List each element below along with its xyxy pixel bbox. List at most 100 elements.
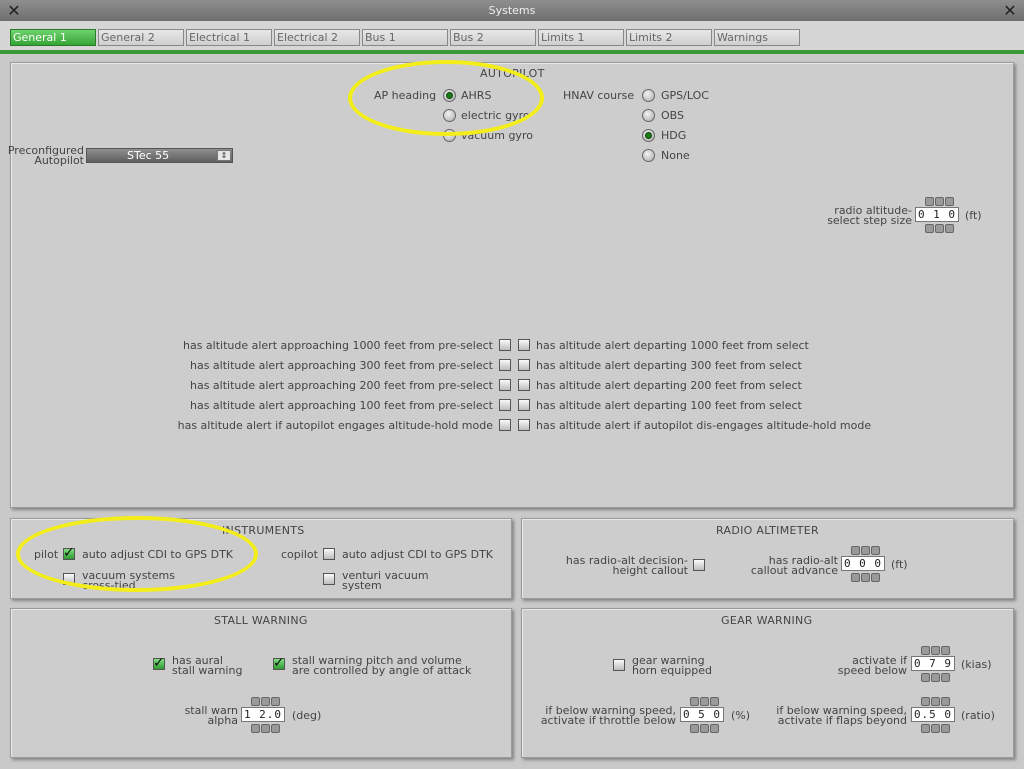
flaps-unit: (ratio) [961,709,995,722]
increment-arrows-icon[interactable] [921,697,951,706]
alert-disengage-hold-checkbox[interactable] [518,419,530,431]
title-bar: ✕ Systems ✕ [0,0,1024,21]
callout-advance-unit: (ft) [891,558,908,571]
decrement-arrows-icon[interactable] [251,724,281,733]
tab-general-1[interactable]: General 1 [10,29,96,46]
alert-approach-1000-checkbox[interactable] [499,339,511,351]
close-icon[interactable]: ✕ [4,0,24,21]
decrement-arrows-icon[interactable] [921,673,951,682]
tab-warnings[interactable]: Warnings [714,29,800,46]
tab-general-2[interactable]: General 2 [98,29,184,46]
step-size-unit: (ft) [965,209,982,222]
activate-speed-unit: (kias) [961,658,992,671]
flaps-stepper[interactable]: 0.5 0 [911,697,955,733]
tab-electrical-2[interactable]: Electrical 2 [274,29,360,46]
increment-arrows-icon[interactable] [690,697,720,706]
alert-depart-200-checkbox[interactable] [518,379,530,391]
flaps-value[interactable]: 0.5 0 [911,707,955,722]
pitch-volume-aoa-checkbox[interactable] [273,655,285,671]
radio-gps-loc-label: GPS/LOC [661,89,709,102]
callout-advance-label-2: callout advance [750,564,838,577]
decision-height-label-2: height callout [612,564,688,577]
stall-warning-panel [10,608,512,758]
stall-alpha-stepper[interactable]: 1 2.0 [241,697,285,733]
radio-hdg[interactable] [642,129,655,142]
aural-stall-warning-checkbox[interactable] [153,655,165,671]
tab-bar: General 1 General 2 Electrical 1 Electri… [0,21,1024,54]
alert-engage-hold-checkbox[interactable] [499,419,511,431]
tab-bus-2[interactable]: Bus 2 [450,29,536,46]
dropdown-arrows-icon: ⇕ [217,150,231,161]
radio-none-label: None [661,149,690,162]
alert-depart-300-checkbox[interactable] [518,359,530,371]
radio-altimeter-title: RADIO ALTIMETER [716,524,819,537]
alert-depart-100-label: has altitude alert departing 100 feet fr… [536,399,802,412]
stall-alpha-value[interactable]: 1 2.0 [241,707,285,722]
increment-arrows-icon[interactable] [921,646,951,655]
autopilot-select-value: STec 55 [127,149,170,162]
radio-obs[interactable] [642,109,655,122]
activate-speed-stepper[interactable]: 0 7 9 [911,646,955,682]
tab-limits-1[interactable]: Limits 1 [538,29,624,46]
radio-obs-label: OBS [661,109,684,122]
tab-electrical-1[interactable]: Electrical 1 [186,29,272,46]
callout-advance-value[interactable]: 0 0 0 [841,556,885,571]
alert-depart-200-label: has altitude alert departing 200 feet fr… [536,379,802,392]
throttle-unit: (%) [731,709,751,722]
alert-approach-1000-label: has altitude alert approaching 1000 feet… [182,339,493,352]
stall-warning-title: STALL WARNING [214,614,308,627]
step-size-label-2: select step size [827,214,912,227]
stall-alpha-label-2: alpha [207,714,239,727]
aural-label-2: stall warning [172,664,243,677]
copilot-auto-adjust-checkbox[interactable] [323,548,335,560]
decision-height-checkbox[interactable] [693,559,705,571]
step-size-stepper[interactable]: 0 1 0 [915,197,959,233]
alert-approach-100-checkbox[interactable] [499,399,511,411]
tab-bus-1[interactable]: Bus 1 [362,29,448,46]
radio-none[interactable] [642,149,655,162]
increment-arrows-icon[interactable] [925,197,955,206]
alert-approach-200-label: has altitude alert approaching 200 feet … [189,379,493,392]
throttle-value[interactable]: 0 5 0 [680,707,724,722]
alert-depart-1000-checkbox[interactable] [518,339,530,351]
alert-disengage-hold-label: has altitude alert if autopilot dis-enga… [536,419,872,432]
activate-speed-label-2: speed below [837,664,907,677]
increment-arrows-icon[interactable] [851,546,881,555]
copilot-auto-adjust-label: auto adjust CDI to GPS DTK [342,548,494,561]
decrement-arrows-icon[interactable] [851,573,881,582]
gear-horn-checkbox[interactable] [613,659,625,671]
highlight-ellipse-ap-heading [348,60,544,136]
increment-arrows-icon[interactable] [251,697,281,706]
alert-approach-200-checkbox[interactable] [499,379,511,391]
tab-limits-2[interactable]: Limits 2 [626,29,712,46]
autopilot-label: Autopilot [34,154,84,167]
pitch-label-2: are controlled by angle of attack [292,664,472,677]
alert-approach-100-label: has altitude alert approaching 100 feet … [189,399,493,412]
venturi-vacuum-checkbox[interactable] [323,573,335,585]
close-icon-right[interactable]: ✕ [1000,0,1020,21]
autopilot-select[interactable]: STec 55 ⇕ [86,148,233,163]
throttle-stepper[interactable]: 0 5 0 [680,697,724,733]
flaps-label-2: activate if flaps beyond [777,714,907,727]
alert-approach-300-label: has altitude alert approaching 300 feet … [189,359,493,372]
alert-depart-100-checkbox[interactable] [518,399,530,411]
alert-engage-hold-label: has altitude alert if autopilot engages … [177,419,493,432]
gear-warning-title: GEAR WARNING [721,614,813,627]
callout-advance-stepper[interactable]: 0 0 0 [841,546,885,582]
gear-warning-panel [521,608,1014,758]
copilot-label: copilot [281,548,318,561]
alert-approach-300-checkbox[interactable] [499,359,511,371]
stall-alpha-unit: (deg) [292,709,322,722]
decrement-arrows-icon[interactable] [690,724,720,733]
highlight-ellipse-pilot-cdi [16,516,258,592]
radio-gps-loc[interactable] [642,89,655,102]
step-size-value[interactable]: 0 1 0 [915,207,959,222]
decrement-arrows-icon[interactable] [925,224,955,233]
decrement-arrows-icon[interactable] [921,724,951,733]
gear-horn-label-2: horn equipped [632,664,712,677]
alert-depart-300-label: has altitude alert departing 300 feet fr… [536,359,802,372]
alert-depart-1000-label: has altitude alert departing 1000 feet f… [536,339,809,352]
activate-speed-value[interactable]: 0 7 9 [911,656,955,671]
window-title: Systems [488,4,536,17]
throttle-label-2: activate if throttle below [540,714,676,727]
